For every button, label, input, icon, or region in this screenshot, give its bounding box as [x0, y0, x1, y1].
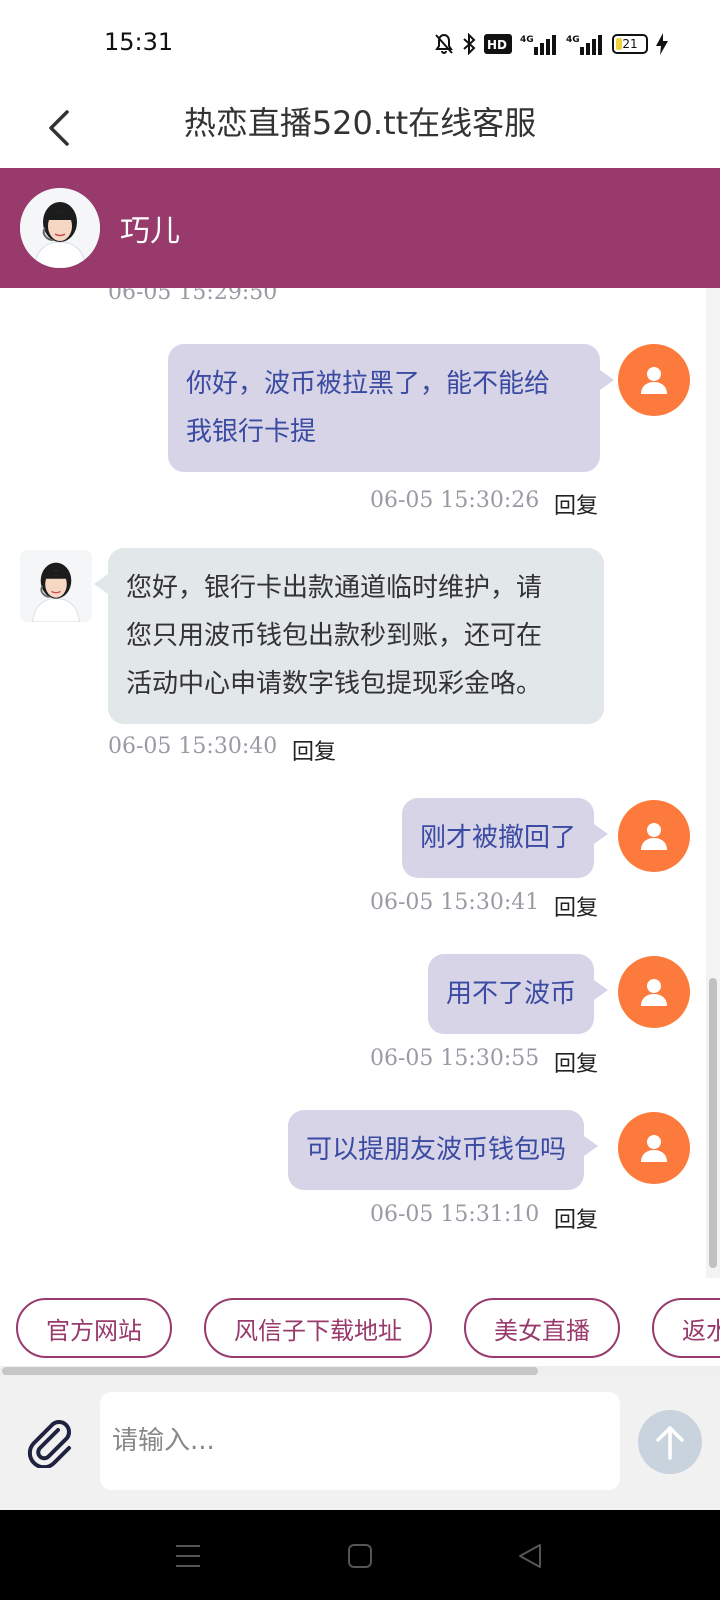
reply-button[interactable]: 回复 [554, 1202, 598, 1234]
paperclip-icon [27, 1420, 71, 1468]
home-button[interactable] [342, 1538, 378, 1574]
message-text: 刚才被撤回了 [420, 823, 577, 853]
person-icon [641, 367, 667, 394]
user-message-bubble: 用不了波币 [428, 954, 609, 1034]
message-text: 活动中心申请数字钱包提现彩金咯。 [126, 669, 543, 699]
menu-button[interactable] [170, 1538, 206, 1574]
reply-button[interactable]: 回复 [292, 734, 336, 766]
chat-scrollbar[interactable] [706, 288, 720, 1278]
agent-name: 巧儿 [120, 214, 180, 249]
user-message-bubble: 刚才被撤回了 [402, 798, 609, 878]
page-title: 热恋直播520.tt在线客服 [183, 104, 537, 142]
send-button[interactable] [638, 1410, 702, 1474]
agent-header: 巧儿 [0, 168, 720, 288]
quick-links-scrollbar[interactable] [0, 1366, 720, 1376]
arrow-up-icon [656, 1426, 684, 1460]
nav-header: 热恋直播520.tt在线客服 [0, 88, 720, 168]
quick-link-live[interactable]: 美女直播 [464, 1298, 620, 1358]
status-time: 15:31 [104, 28, 174, 56]
mute-bell-icon [434, 32, 454, 56]
hd-icon: HD [484, 32, 512, 56]
reply-button[interactable]: 回复 [554, 1046, 598, 1078]
user-avatar [618, 956, 690, 1028]
agent-message-avatar [20, 550, 92, 622]
quick-link-official-site[interactable]: 官方网站 [16, 1298, 172, 1358]
triangle-back-icon [519, 1544, 541, 1568]
message-text: 用不了波币 [446, 979, 577, 1009]
home-square-icon [348, 1544, 372, 1568]
person-icon [641, 823, 667, 850]
person-icon [641, 1135, 667, 1162]
person-icon [641, 979, 667, 1006]
message-timestamp: 06-05 15:29:50 [108, 288, 278, 305]
message-text: 可以提朋友波币钱包吗 [306, 1135, 567, 1165]
system-nav-bar [0, 1510, 720, 1600]
message-text: 你好，波币被拉黑了，能不能给 [186, 369, 551, 399]
svg-text:4G: 4G [566, 35, 580, 45]
status-icons: HD 4G 4G 21 [434, 30, 668, 58]
message-text: 您只用波币钱包出款秒到账，还可在 [126, 621, 543, 651]
scrollbar-thumb[interactable] [709, 978, 717, 1268]
bluetooth-icon [462, 32, 476, 56]
back-nav-button[interactable] [512, 1538, 548, 1574]
quick-link-download[interactable]: 风信子下载地址 [204, 1298, 432, 1358]
message-timestamp: 06-05 15:30:26 [370, 488, 540, 513]
signal-4g-icon: 4G [520, 32, 558, 56]
message-input[interactable] [100, 1392, 620, 1490]
user-avatar [618, 800, 690, 872]
svg-text:HD: HD [487, 38, 507, 52]
battery-icon: 21 [612, 34, 648, 54]
message-text: 您好，银行卡出款通道临时维护，请 [126, 573, 543, 603]
user-avatar [618, 1112, 690, 1184]
quick-link-rebate[interactable]: 返水 [652, 1298, 720, 1358]
user-message-bubble: 你好，波币被拉黑了，能不能给 我银行卡提 [168, 344, 614, 472]
agent-avatar[interactable] [20, 188, 100, 268]
message-timestamp: 06-05 15:30:55 [370, 1046, 540, 1071]
message-timestamp: 06-05 15:31:10 [370, 1202, 540, 1227]
status-bar: 15:31 HD 4G 4G 21 [0, 0, 720, 88]
attach-button[interactable] [22, 1414, 78, 1470]
reply-button[interactable]: 回复 [554, 890, 598, 922]
battery-level: 21 [622, 37, 638, 51]
agent-message-bubble: 您好，银行卡出款通道临时维护，请 您只用波币钱包出款秒到账，还可在 活动中心申请… [94, 548, 604, 724]
charging-icon [656, 32, 668, 56]
user-avatar [618, 344, 690, 416]
message-text: 我银行卡提 [186, 417, 317, 447]
input-bar [0, 1376, 720, 1510]
scrollbar-thumb[interactable] [2, 1367, 538, 1375]
signal-4g-icon: 4G [566, 32, 604, 56]
menu-icon [176, 1545, 200, 1567]
reply-button[interactable]: 回复 [554, 488, 598, 520]
quick-links-bar: 官方网站 风信子下载地址 美女直播 返水 [0, 1278, 720, 1358]
message-timestamp: 06-05 15:30:41 [370, 890, 540, 915]
message-timestamp: 06-05 15:30:40 [108, 734, 278, 759]
svg-text:4G: 4G [520, 35, 534, 45]
user-message-bubble: 可以提朋友波币钱包吗 [288, 1110, 599, 1190]
chat-area[interactable]: 06-05 15:29:50 你好，波币被拉黑了，能不能给 我银行卡提 06-0… [0, 288, 720, 1278]
